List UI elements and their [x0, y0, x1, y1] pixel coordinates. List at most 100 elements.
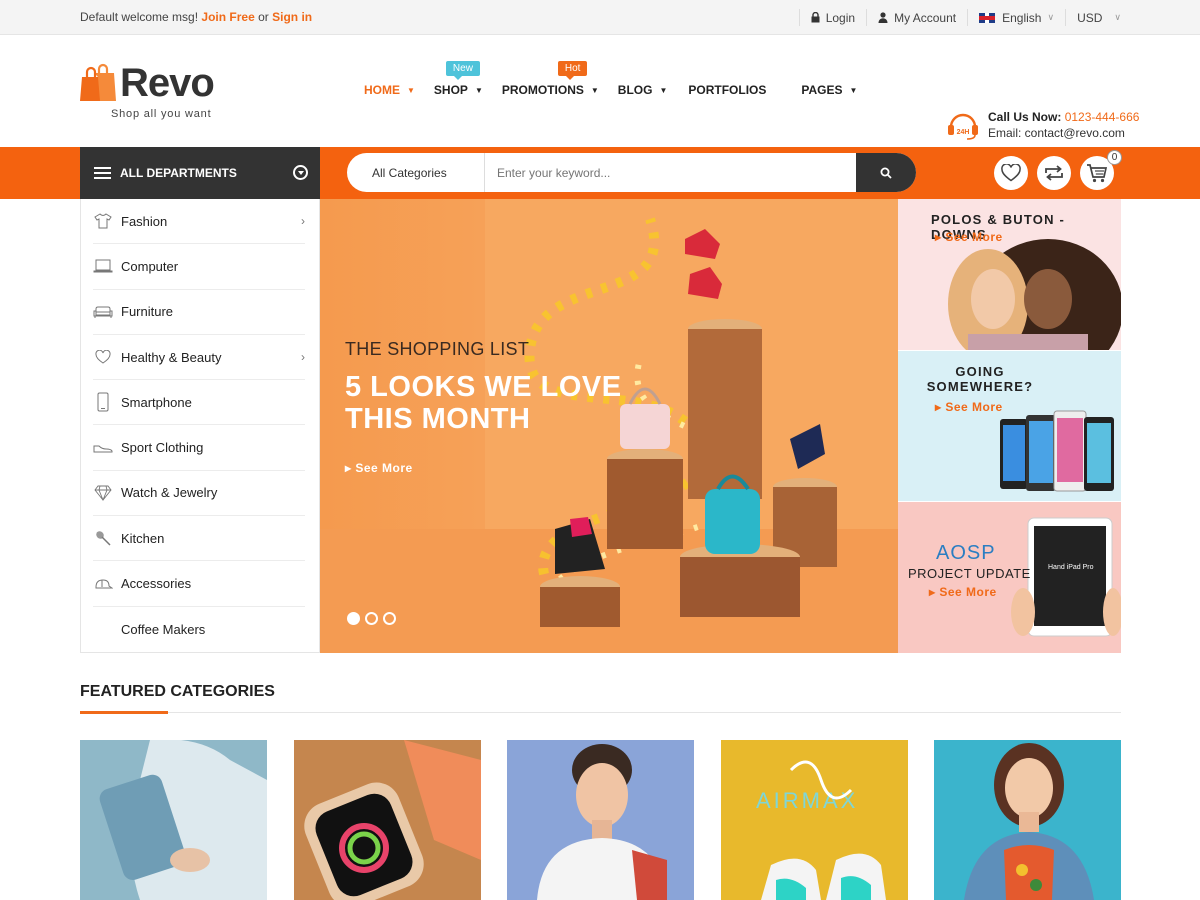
search-icon [880, 167, 892, 179]
see-more-link[interactable]: ▸ See More [929, 585, 997, 599]
nav-portfolios[interactable]: PORTFOLIOS [688, 83, 766, 97]
hero-section: Fashion › Computer Furniture Healthy & B… [0, 199, 1200, 653]
caret-down-icon: ▼ [849, 85, 858, 95]
nav-home[interactable]: HOME ▼ [364, 83, 415, 97]
user-icon [878, 12, 888, 23]
cap-icon [93, 578, 113, 590]
or-text: or [258, 10, 269, 24]
chevron-circle-down-icon [293, 165, 308, 180]
sidebar-item-label: Kitchen [121, 530, 165, 546]
top-bar: Default welcome msg! Join Free or Sign i… [0, 0, 1200, 35]
shoe-icon [93, 443, 113, 453]
airmax-decor: AIRMAX [756, 788, 858, 813]
logo-tagline: Shop all you want [111, 108, 212, 120]
slider-dot[interactable] [365, 612, 378, 625]
smartwatch-product-image [303, 740, 481, 900]
banner-title: 5 LOOKS WE LOVE THIS MONTH [345, 371, 622, 435]
language-select[interactable]: English ∨ [967, 9, 1065, 26]
nav-blog-label: BLOG [617, 83, 653, 97]
uk-flag-icon [979, 12, 996, 23]
cart-icon [1087, 164, 1108, 183]
caret-down-icon: ▼ [659, 85, 668, 95]
nav-portfolios-label: PORTFOLIOS [688, 83, 767, 97]
promo-banner-aosp[interactable]: Hand iPad Pro AOSP PROJECT UPDATE ▸ See … [898, 501, 1121, 653]
call-label: Call Us Now: [988, 110, 1062, 124]
logo[interactable]: Revo Shop all you want [80, 61, 215, 120]
sidebar-item-sport-clothing[interactable]: Sport Clothing [93, 425, 305, 471]
sidebar-item-label: Watch & Jewelry [121, 485, 218, 501]
category-select[interactable]: All Categories [347, 153, 485, 192]
24h-label: 24H [957, 129, 970, 136]
category-tile[interactable]: AIRMAX [720, 740, 908, 900]
nav-shop[interactable]: New SHOP ▼ [434, 61, 483, 97]
sidebar-item-accessories[interactable]: Accessories [93, 561, 305, 607]
new-badge: New [445, 61, 480, 80]
sidebar-item-coffee-makers[interactable]: Coffee Makers [93, 607, 305, 652]
see-more-link[interactable]: ▸ See More [935, 230, 1003, 244]
promo-banner-polos[interactable]: POLOS & BUTON - DOWNS ▸ See More [898, 199, 1121, 350]
join-free-link[interactable]: Join Free [201, 10, 254, 24]
sidebar-item-fashion[interactable]: Fashion › [93, 199, 305, 245]
language-label: English [1002, 10, 1042, 25]
sidebar-item-label: Accessories [121, 576, 192, 592]
sidebar-item-computer[interactable]: Computer [93, 244, 305, 290]
sidebar-item-label: Fashion [121, 213, 168, 229]
nav-pages[interactable]: PAGES ▼ [801, 83, 857, 97]
chevron-right-icon: › [301, 214, 305, 229]
sneakers-product-image: AIRMAX [756, 760, 886, 900]
site-header: Revo Shop all you want HOME ▼ New SHOP ▼… [0, 35, 1200, 147]
see-more-link[interactable]: ▸ See More [935, 400, 1003, 414]
banner-kicker: THE SHOPPING LIST [345, 339, 530, 359]
banner-see-more-link[interactable]: ▸ See More [345, 461, 413, 475]
sidebar-item-label: Smartphone [121, 394, 192, 410]
divider [80, 712, 1121, 713]
sidebar-item-furniture[interactable]: Furniture [93, 290, 305, 335]
compare-button[interactable] [1037, 156, 1071, 190]
see-more-label: See More [355, 461, 413, 475]
nav-home-label: HOME [364, 83, 400, 97]
slider-dots [347, 612, 401, 625]
email-text[interactable]: Email: contact@revo.com [988, 125, 1139, 141]
promo-banner-phones[interactable]: GOING SOMEWHERE? ▸ See More [898, 350, 1121, 501]
cart-button[interactable]: 0 [1080, 150, 1122, 190]
caret-down-icon: ▼ [407, 85, 415, 95]
login-link[interactable]: Login [798, 9, 866, 26]
headset-support-icon: 24H [948, 113, 978, 140]
slider-dot[interactable] [383, 612, 396, 625]
logo-name: Revo [120, 61, 215, 105]
compare-arrows-icon [1045, 165, 1063, 181]
category-tile[interactable] [934, 740, 1121, 900]
promo-title: AOSP [936, 542, 996, 564]
search-bar: All Categories [347, 153, 916, 192]
main-nav: HOME ▼ New SHOP ▼ Hot PROMOTIONS ▼ BLOG … [364, 61, 857, 97]
wishlist-button[interactable] [994, 156, 1028, 190]
sidebar-item-kitchen[interactable]: Kitchen [93, 516, 305, 562]
slider-dot[interactable] [347, 612, 360, 625]
heart-icon [93, 350, 113, 364]
my-account-link[interactable]: My Account [866, 9, 967, 26]
male-model-image [537, 744, 667, 900]
sidebar-item-healthy-beauty[interactable]: Healthy & Beauty › [93, 335, 305, 381]
hero-slider[interactable]: THE SHOPPING LIST 5 LOOKS WE LOVE THIS M… [320, 199, 898, 653]
caret-down-icon: ▼ [474, 85, 483, 95]
currency-select[interactable]: USD ∨ [1065, 9, 1132, 26]
nav-promotions[interactable]: Hot PROMOTIONS ▼ [502, 61, 599, 97]
phone-number[interactable]: 0123-444-666 [1065, 110, 1140, 124]
search-button[interactable] [856, 153, 916, 192]
sidebar-item-smartphone[interactable]: Smartphone [93, 380, 305, 426]
sidebar-item-watch-jewelry[interactable]: Watch & Jewelry [93, 471, 305, 517]
welcome-text: Default welcome msg! [80, 10, 199, 24]
my-account-label: My Account [894, 10, 957, 25]
currency-label: USD [1077, 10, 1103, 25]
search-input[interactable] [485, 153, 856, 192]
all-departments-toggle[interactable]: ALL DEPARTMENTS [80, 147, 320, 199]
sidebar-item-label: Furniture [121, 304, 174, 320]
shopping-bag-logo-icon [80, 63, 116, 101]
nav-blog[interactable]: BLOG ▼ [618, 83, 668, 97]
category-tile[interactable] [507, 740, 694, 900]
sidebar-item-label: Sport Clothing [121, 440, 204, 456]
sign-in-link[interactable]: Sign in [272, 10, 312, 24]
category-tile[interactable] [80, 740, 267, 900]
category-tile[interactable] [293, 740, 481, 900]
tablet-screen-text: Hand iPad Pro [1048, 564, 1094, 571]
